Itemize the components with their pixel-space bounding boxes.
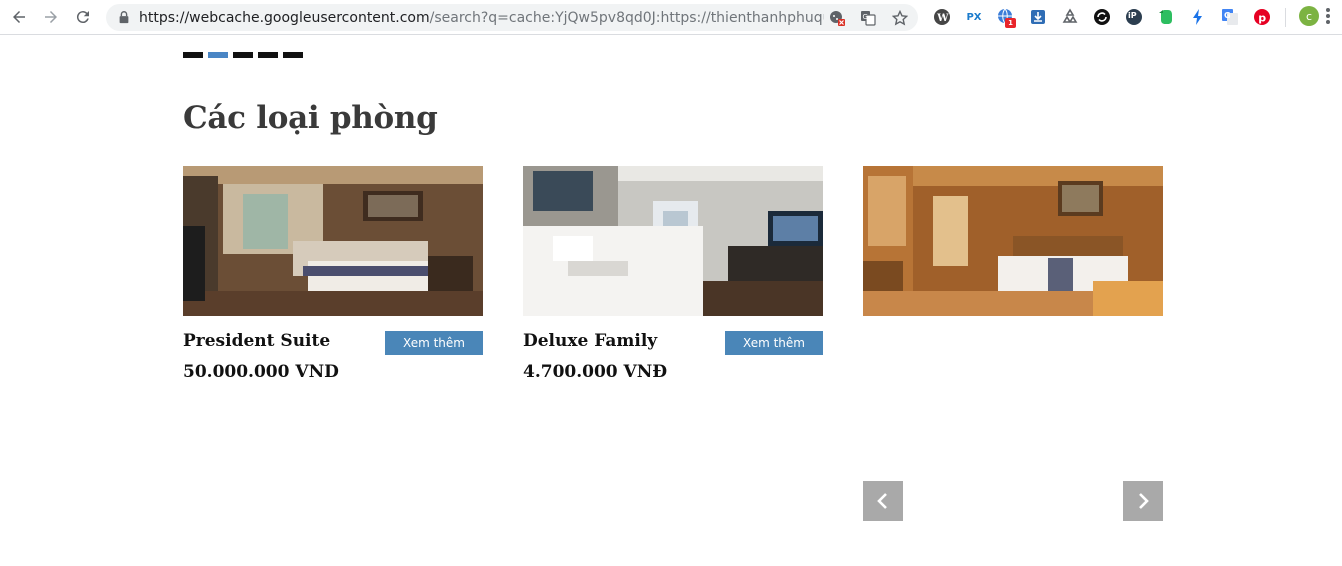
deluxe-family-photo[interactable] <box>523 166 823 316</box>
room-name[interactable]: President Suite <box>183 331 330 351</box>
carousel-indicators <box>183 52 303 58</box>
profile-avatar[interactable]: c <box>1299 6 1319 26</box>
google-translate-icon[interactable]: G <box>1221 8 1239 26</box>
chevron-left-icon <box>877 493 887 509</box>
browser-menu-button[interactable] <box>1326 8 1332 26</box>
carousel-indicator-4[interactable] <box>258 52 278 58</box>
reload-button[interactable] <box>71 5 95 29</box>
browser-toolbar: https://webcache.googleusercontent.com/s… <box>0 0 1342 35</box>
section-title: Các loại phòng <box>183 100 438 136</box>
president-suite-photo[interactable] <box>183 166 483 316</box>
px-extension-icon[interactable]: PX <box>965 8 983 26</box>
url-host: https://webcache.googleusercontent.com <box>139 10 430 26</box>
carousel-indicator-5[interactable] <box>283 52 303 58</box>
room-price: 4.700.000 VNĐ <box>523 362 668 382</box>
room-card-deluxe-family: Deluxe Family Xem thêm 4.700.000 VNĐ <box>523 166 823 386</box>
evernote-icon[interactable] <box>1157 8 1175 26</box>
arrow-left-icon <box>13 11 25 23</box>
svg-text:G: G <box>863 13 868 21</box>
wordpress-icon[interactable]: W <box>933 8 951 26</box>
carousel-indicator-2[interactable] <box>208 52 228 58</box>
reload-icon <box>76 11 89 24</box>
room-price: 50.000.000 VND <box>183 362 339 382</box>
carousel-indicator-3[interactable] <box>233 52 253 58</box>
carousel-next-button[interactable] <box>1123 481 1163 521</box>
back-button[interactable] <box>7 5 31 29</box>
room-card-wooden-room <box>863 166 1163 316</box>
bolt-icon[interactable] <box>1189 8 1207 26</box>
carousel-prev-button[interactable] <box>863 481 903 521</box>
svg-text:p: p <box>1258 12 1266 25</box>
ip-icon[interactable]: iP <box>1125 8 1143 26</box>
notification-badge: 1 <box>1005 18 1016 28</box>
url-path: /search?q=cache:YjQw5pv8qd0J:https://thi… <box>429 10 824 26</box>
sync-icon[interactable] <box>1093 8 1111 26</box>
address-bar[interactable]: https://webcache.googleusercontent.com/s… <box>106 4 918 31</box>
arrow-right-icon <box>45 11 57 23</box>
globe-badge-icon[interactable]: 1 <box>997 8 1016 28</box>
ip-label: iP <box>1128 11 1137 20</box>
carousel-indicator-1[interactable] <box>183 52 203 58</box>
translate-page-icon[interactable]: G <box>859 9 877 27</box>
lock-icon <box>119 11 129 24</box>
svg-text:W: W <box>936 13 949 24</box>
cookie-blocked-icon[interactable] <box>828 9 846 27</box>
bookmark-star-icon[interactable] <box>891 9 909 27</box>
room-card-president-suite: President Suite Xem thêm 50.000.000 VND <box>183 166 483 386</box>
recycle-icon[interactable] <box>1061 8 1079 26</box>
room-name[interactable]: Deluxe Family <box>523 331 657 351</box>
forward-button[interactable] <box>39 5 63 29</box>
toolbar-divider <box>1285 8 1286 27</box>
view-more-button[interactable]: Xem thêm <box>725 331 823 355</box>
chevron-right-icon <box>1139 493 1149 509</box>
pinterest-icon[interactable]: p <box>1253 8 1271 26</box>
view-more-button[interactable]: Xem thêm <box>385 331 483 355</box>
wooden-room-photo[interactable] <box>863 166 1163 316</box>
download-icon[interactable] <box>1029 8 1047 26</box>
profile-initial: c <box>1305 9 1313 23</box>
url-text[interactable]: https://webcache.googleusercontent.com/s… <box>139 9 824 27</box>
px-extension-label: PX <box>966 11 982 23</box>
svg-text:G: G <box>1224 11 1231 20</box>
